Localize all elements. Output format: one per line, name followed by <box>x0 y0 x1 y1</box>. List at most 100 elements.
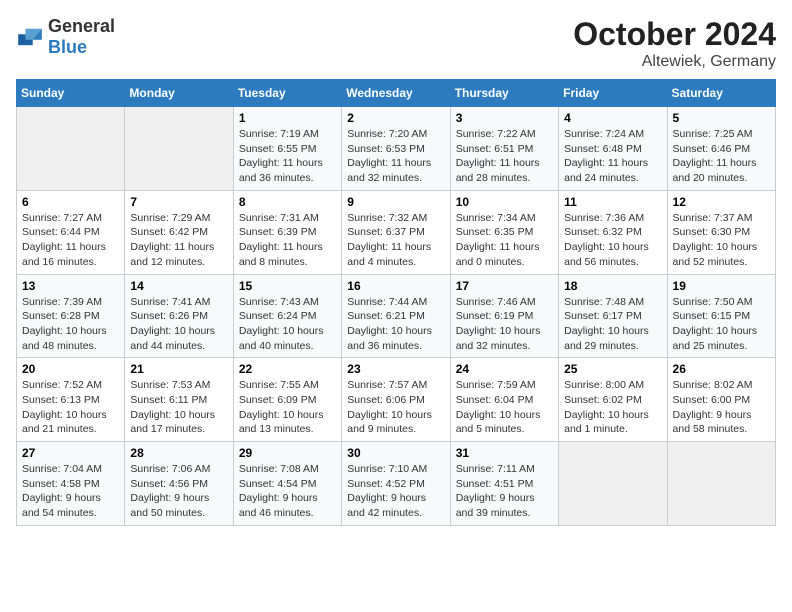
day-number: 14 <box>130 279 227 293</box>
calendar-cell: 24Sunrise: 7:59 AMSunset: 6:04 PMDayligh… <box>450 358 558 442</box>
col-header-monday: Monday <box>125 80 233 107</box>
day-number: 15 <box>239 279 336 293</box>
calendar-cell: 21 Sunrise: 7:53 AMSunset: 6:11 PMDayligh… <box>125 358 233 442</box>
calendar-cell: 5 Sunrise: 7:25 AMSunset: 6:46 PMDaylight… <box>667 107 775 191</box>
calendar-cell: 23 Sunrise: 7:57 AMSunset: 6:06 PMDayligh… <box>342 358 450 442</box>
calendar-cell: 8 Sunrise: 7:31 AMSunset: 6:39 PMDaylight… <box>233 190 341 274</box>
page-header: General Blue October 2024 Altewiek, Germ… <box>16 16 776 71</box>
calendar-cell: 26Sunrise: 8:02 AMSunset: 6:00 PMDayligh… <box>667 358 775 442</box>
calendar-cell: 22 Sunrise: 7:55 AMSunset: 6:09 PMDayligh… <box>233 358 341 442</box>
calendar-table: SundayMondayTuesdayWednesdayThursdayFrid… <box>16 79 776 526</box>
day-detail: Sunrise: 7:37 AMSunset: 6:30 PMDaylight:… <box>673 211 770 270</box>
day-number: 17 <box>456 279 553 293</box>
logo: General Blue <box>16 16 115 58</box>
calendar-cell: 9 Sunrise: 7:32 AMSunset: 6:37 PMDaylight… <box>342 190 450 274</box>
logo-general: General <box>48 16 115 36</box>
calendar-cell: 12 Sunrise: 7:37 AMSunset: 6:30 PMDayligh… <box>667 190 775 274</box>
calendar-cell: 16 Sunrise: 7:44 AMSunset: 6:21 PMDayligh… <box>342 274 450 358</box>
col-header-friday: Friday <box>559 80 667 107</box>
day-detail: Sunrise: 7:25 AMSunset: 6:46 PMDaylight:… <box>673 127 770 186</box>
calendar-week-3: 13 Sunrise: 7:39 AMSunset: 6:28 PMDayligh… <box>17 274 776 358</box>
calendar-cell: 20 Sunrise: 7:52 AMSunset: 6:13 PMDayligh… <box>17 358 125 442</box>
day-number: 28 <box>130 446 227 460</box>
day-number: 29 <box>239 446 336 460</box>
calendar-cell: 7Sunrise: 7:29 AMSunset: 6:42 PMDaylight… <box>125 190 233 274</box>
day-number: 24 <box>456 362 553 376</box>
day-detail: Sunrise: 7:46 AMSunset: 6:19 PMDaylight:… <box>456 295 553 354</box>
day-number: 18 <box>564 279 661 293</box>
day-number: 21 <box>130 362 227 376</box>
day-detail: Sunrise: 7:19 AMSunset: 6:55 PMDaylight:… <box>239 127 336 186</box>
day-detail: Sunrise: 7:08 AMSunset: 4:54 PMDaylight:… <box>239 462 336 521</box>
day-number: 19 <box>673 279 770 293</box>
calendar-week-2: 6 Sunrise: 7:27 AMSunset: 6:44 PMDaylight… <box>17 190 776 274</box>
calendar-cell: 29 Sunrise: 7:08 AMSunset: 4:54 PMDayligh… <box>233 442 341 526</box>
day-detail: Sunrise: 7:55 AMSunset: 6:09 PMDaylight:… <box>239 378 336 437</box>
day-detail: Sunrise: 7:53 AMSunset: 6:11 PMDaylight:… <box>130 378 227 437</box>
calendar-cell: 11 Sunrise: 7:36 AMSunset: 6:32 PMDayligh… <box>559 190 667 274</box>
day-number: 13 <box>22 279 119 293</box>
calendar-cell: 30 Sunrise: 7:10 AMSunset: 4:52 PMDayligh… <box>342 442 450 526</box>
calendar-cell: 31 Sunrise: 7:11 AMSunset: 4:51 PMDayligh… <box>450 442 558 526</box>
day-number: 30 <box>347 446 444 460</box>
day-number: 10 <box>456 195 553 209</box>
day-number: 31 <box>456 446 553 460</box>
calendar-cell: 4Sunrise: 7:24 AMSunset: 6:48 PMDaylight… <box>559 107 667 191</box>
day-detail: Sunrise: 7:39 AMSunset: 6:28 PMDaylight:… <box>22 295 119 354</box>
calendar-cell: 13 Sunrise: 7:39 AMSunset: 6:28 PMDayligh… <box>17 274 125 358</box>
day-detail: Sunrise: 7:43 AMSunset: 6:24 PMDaylight:… <box>239 295 336 354</box>
calendar-cell <box>17 107 125 191</box>
day-number: 27 <box>22 446 119 460</box>
day-number: 20 <box>22 362 119 376</box>
day-number: 8 <box>239 195 336 209</box>
day-detail: Sunrise: 7:10 AMSunset: 4:52 PMDaylight:… <box>347 462 444 521</box>
day-number: 12 <box>673 195 770 209</box>
day-detail: Sunrise: 7:36 AMSunset: 6:32 PMDaylight:… <box>564 211 661 270</box>
day-detail: Sunrise: 7:50 AMSunset: 6:15 PMDaylight:… <box>673 295 770 354</box>
day-number: 6 <box>22 195 119 209</box>
day-detail: Sunrise: 7:32 AMSunset: 6:37 PMDaylight:… <box>347 211 444 270</box>
day-number: 26 <box>673 362 770 376</box>
calendar-cell: 3 Sunrise: 7:22 AMSunset: 6:51 PMDaylight… <box>450 107 558 191</box>
day-detail: Sunrise: 7:06 AMSunset: 4:56 PMDaylight:… <box>130 462 227 521</box>
calendar-cell <box>667 442 775 526</box>
logo-blue: Blue <box>48 37 87 57</box>
day-number: 1 <box>239 111 336 125</box>
calendar-cell: 17 Sunrise: 7:46 AMSunset: 6:19 PMDayligh… <box>450 274 558 358</box>
calendar-cell: 1 Sunrise: 7:19 AMSunset: 6:55 PMDaylight… <box>233 107 341 191</box>
calendar-cell: 14 Sunrise: 7:41 AMSunset: 6:26 PMDayligh… <box>125 274 233 358</box>
day-detail: Sunrise: 7:52 AMSunset: 6:13 PMDaylight:… <box>22 378 119 437</box>
day-number: 2 <box>347 111 444 125</box>
calendar-header-row: SundayMondayTuesdayWednesdayThursdayFrid… <box>17 80 776 107</box>
calendar-cell: 28 Sunrise: 7:06 AMSunset: 4:56 PMDayligh… <box>125 442 233 526</box>
day-detail: Sunrise: 7:22 AMSunset: 6:51 PMDaylight:… <box>456 127 553 186</box>
day-detail: Sunrise: 7:27 AMSunset: 6:44 PMDaylight:… <box>22 211 119 270</box>
day-detail: Sunrise: 7:57 AMSunset: 6:06 PMDaylight:… <box>347 378 444 437</box>
calendar-cell: 10Sunrise: 7:34 AMSunset: 6:35 PMDayligh… <box>450 190 558 274</box>
day-detail: Sunrise: 7:11 AMSunset: 4:51 PMDaylight:… <box>456 462 553 521</box>
day-number: 3 <box>456 111 553 125</box>
day-number: 11 <box>564 195 661 209</box>
calendar-cell: 15 Sunrise: 7:43 AMSunset: 6:24 PMDayligh… <box>233 274 341 358</box>
col-header-tuesday: Tuesday <box>233 80 341 107</box>
col-header-thursday: Thursday <box>450 80 558 107</box>
calendar-cell: 18Sunrise: 7:48 AMSunset: 6:17 PMDayligh… <box>559 274 667 358</box>
day-number: 9 <box>347 195 444 209</box>
calendar-cell <box>125 107 233 191</box>
day-number: 5 <box>673 111 770 125</box>
calendar-cell <box>559 442 667 526</box>
calendar-cell: 2 Sunrise: 7:20 AMSunset: 6:53 PMDaylight… <box>342 107 450 191</box>
day-number: 16 <box>347 279 444 293</box>
day-detail: Sunrise: 7:20 AMSunset: 6:53 PMDaylight:… <box>347 127 444 186</box>
col-header-wednesday: Wednesday <box>342 80 450 107</box>
day-detail: Sunrise: 7:31 AMSunset: 6:39 PMDaylight:… <box>239 211 336 270</box>
day-detail: Sunrise: 8:00 AMSunset: 6:02 PMDaylight:… <box>564 378 661 437</box>
calendar-cell: 6 Sunrise: 7:27 AMSunset: 6:44 PMDaylight… <box>17 190 125 274</box>
calendar-week-1: 1 Sunrise: 7:19 AMSunset: 6:55 PMDaylight… <box>17 107 776 191</box>
calendar-week-5: 27Sunrise: 7:04 AMSunset: 4:58 PMDayligh… <box>17 442 776 526</box>
day-detail: Sunrise: 7:41 AMSunset: 6:26 PMDaylight:… <box>130 295 227 354</box>
day-detail: Sunrise: 7:44 AMSunset: 6:21 PMDaylight:… <box>347 295 444 354</box>
day-number: 23 <box>347 362 444 376</box>
day-number: 22 <box>239 362 336 376</box>
day-detail: Sunrise: 7:24 AMSunset: 6:48 PMDaylight:… <box>564 127 661 186</box>
